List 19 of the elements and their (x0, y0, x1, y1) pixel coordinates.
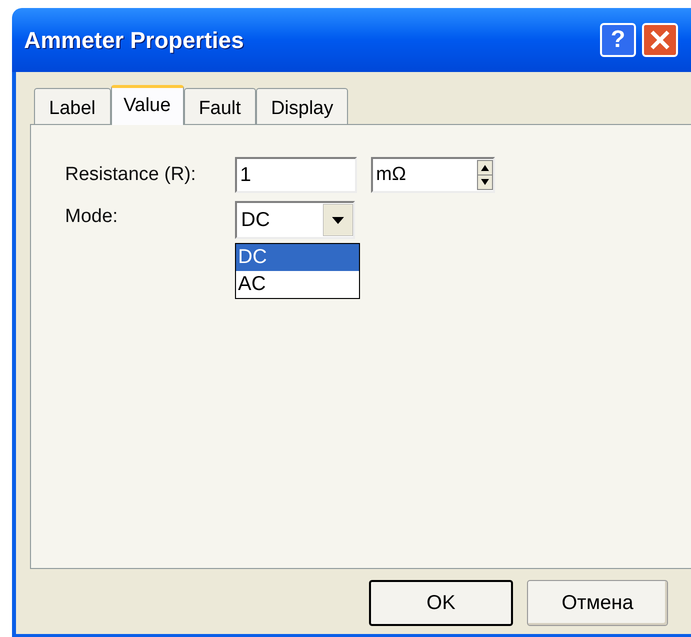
window-title: Ammeter Properties (24, 26, 244, 55)
dialog-button[interactable]: Отмена (527, 580, 668, 626)
tab[interactable]: Value (110, 85, 184, 125)
resistance-label: Resistance (R): (65, 162, 197, 187)
mode-label: Mode: (65, 205, 119, 229)
help-button[interactable]: ? (600, 23, 636, 57)
tab[interactable]: Label (34, 88, 110, 124)
tab[interactable]: Display (256, 88, 348, 124)
dropdown-option[interactable]: DC (236, 244, 359, 271)
resistance-field[interactable]: 1 (235, 157, 357, 193)
close-button[interactable] (642, 23, 678, 57)
spinner-icon[interactable] (477, 160, 493, 190)
unit-field[interactable]: mΩ (371, 157, 495, 193)
dropdown-option[interactable]: AC (236, 271, 359, 298)
caret-icon[interactable] (323, 204, 353, 236)
tab[interactable]: Fault (184, 88, 256, 124)
dialog-button[interactable]: OK (369, 580, 513, 626)
mode-dropdown[interactable]: DC (235, 201, 355, 239)
close-icon (649, 29, 671, 51)
